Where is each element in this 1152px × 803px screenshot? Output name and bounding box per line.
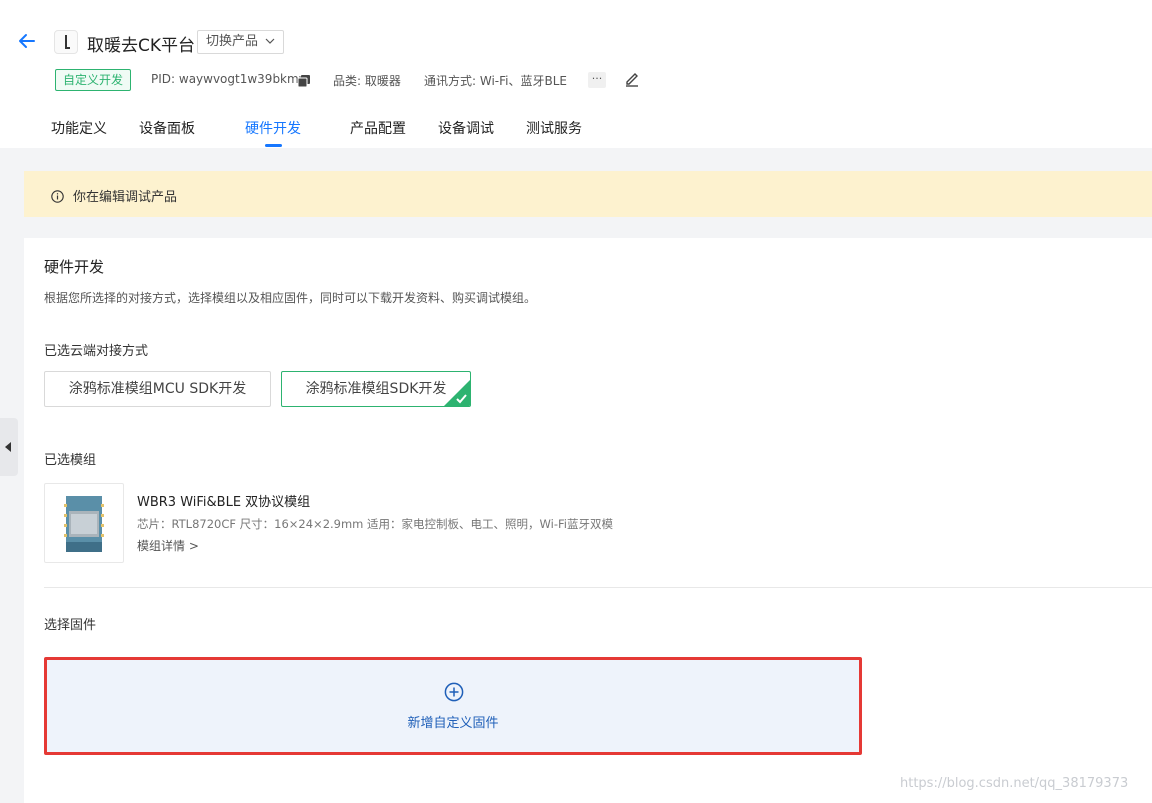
product-header: 取暖去CK平台 切换产品 自定义开发 PID: waywvogt1w39bkmw… [0, 0, 1152, 148]
module-specs: 芯片：RTL8720CF 尺寸：16×24×2.9mm 适用：家电控制板、电工、… [137, 517, 613, 531]
add-custom-firmware-label: 新增自定义固件 [407, 716, 499, 731]
option-module-sdk[interactable]: 涂鸦标准模组SDK开发 [281, 371, 471, 407]
switch-product-dropdown[interactable]: 切换产品 [197, 30, 285, 54]
tab-test-service[interactable]: 测试服务 [526, 118, 582, 138]
cloud-method-label: 已选云端对接方式 [44, 344, 149, 359]
product-thumbnail-icon [54, 30, 78, 54]
active-tab-indicator [265, 144, 282, 147]
product-pid: PID: waywvogt1w39bkmw [151, 72, 309, 86]
option-mcu-sdk[interactable]: 涂鸦标准模组MCU SDK开发 [44, 371, 271, 407]
caret-left-icon [5, 442, 11, 452]
product-category: 品类: 取暖器 [333, 74, 401, 88]
switch-product-label: 切换产品 [206, 34, 259, 49]
tab-device-panel[interactable]: 设备面板 [139, 118, 195, 138]
firmware-label: 选择固件 [44, 618, 97, 633]
plus-circle-icon [444, 682, 464, 702]
tab-function-definition[interactable]: 功能定义 [51, 118, 107, 138]
edit-pencil-icon[interactable] [624, 71, 640, 87]
section-divider [44, 587, 1152, 588]
section-description: 根据您所选择的对接方式，选择模组以及相应固件，同时可以下载开发资料、购买调试模组… [44, 291, 537, 305]
more-button[interactable]: ··· [588, 72, 606, 88]
product-title: 取暖去CK平台 [87, 36, 196, 56]
selected-check-icon [444, 380, 470, 406]
copy-icon[interactable] [297, 73, 311, 88]
info-icon [51, 188, 64, 203]
add-custom-firmware-button[interactable]: 新增自定义固件 [44, 657, 862, 755]
notice-text: 你在编辑调试产品 [73, 190, 178, 205]
custom-dev-badge: 自定义开发 [55, 69, 132, 91]
tab-device-debug[interactable]: 设备调试 [438, 118, 494, 138]
tab-hardware-development[interactable]: 硬件开发 [245, 118, 301, 138]
module-image [44, 483, 124, 563]
section-title: 硬件开发 [44, 258, 105, 276]
option-mcu-sdk-label: 涂鸦标准模组MCU SDK开发 [68, 381, 247, 397]
product-protocol: 通讯方式: Wi-Fi、蓝牙BLE [424, 74, 567, 88]
hardware-panel: 硬件开发 根据您所选择的对接方式，选择模组以及相应固件，同时可以下载开发资料、购… [24, 238, 1152, 803]
editing-notice-banner: 你在编辑调试产品 [24, 171, 1152, 217]
back-arrow-icon[interactable] [16, 30, 38, 52]
watermark: https://blog.csdn.net/qq_38179373 [900, 776, 1129, 791]
module-label: 已选模组 [44, 453, 97, 468]
option-module-sdk-label: 涂鸦标准模组SDK开发 [305, 381, 447, 397]
chevron-down-icon [265, 38, 275, 44]
tab-bar: 功能定义 设备面板 硬件开发 产品配置 设备调试 测试服务 [0, 108, 1152, 148]
module-name: WBR3 WiFi&BLE 双协议模组 [137, 495, 311, 510]
sidebar-collapse-handle[interactable] [0, 418, 18, 476]
module-detail-link[interactable]: 模组详情 > [137, 537, 199, 554]
tab-product-config[interactable]: 产品配置 [350, 118, 406, 138]
